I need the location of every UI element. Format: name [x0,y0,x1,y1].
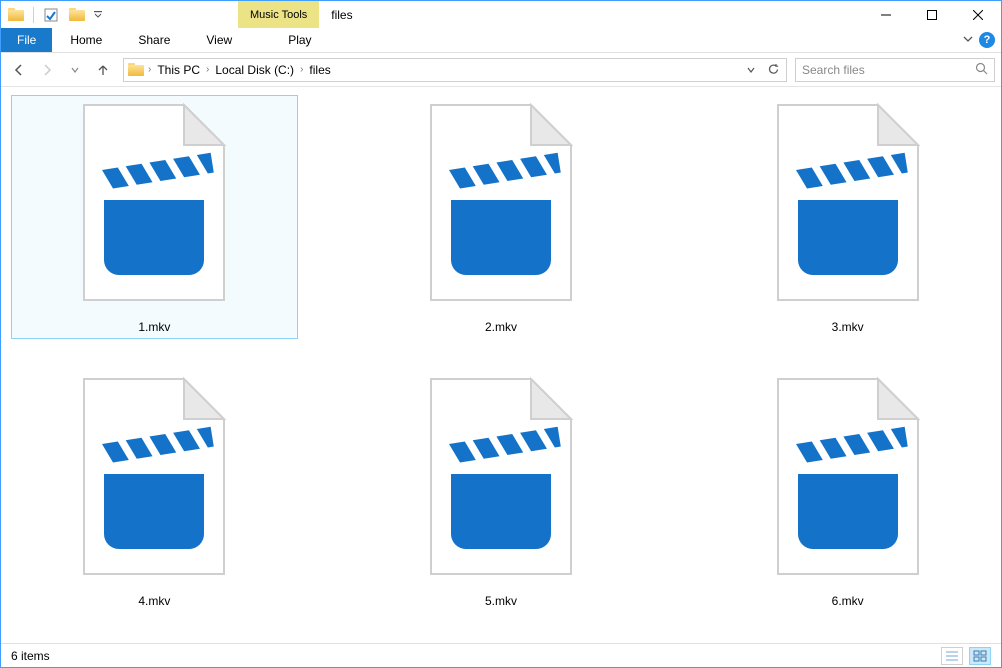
ribbon-collapse-icon[interactable] [963,33,973,47]
file-name-label: 2.mkv [485,320,517,334]
new-folder-icon[interactable] [66,4,88,26]
navigation-bar: › This PC › Local Disk (C:) › files Sear… [1,53,1001,87]
tab-view[interactable]: View [188,28,250,52]
file-name-label: 6.mkv [832,594,864,608]
breadcrumb-item[interactable]: files [305,63,334,77]
up-button[interactable] [91,58,115,82]
file-item[interactable]: 2.mkv [358,95,645,339]
video-file-icon [74,100,234,310]
item-count: 6 items [11,649,50,663]
contextual-tab-label: Music Tools [238,1,319,28]
qat-dropdown-icon[interactable] [92,4,104,26]
video-file-icon [768,100,928,310]
status-bar: 6 items [1,643,1001,667]
search-input[interactable]: Search files [795,58,995,82]
chevron-right-icon[interactable]: › [204,64,211,75]
breadcrumb-item[interactable]: Local Disk (C:) [211,63,298,77]
file-name-label: 4.mkv [138,594,170,608]
title-bar: Music Tools files [1,1,1001,28]
chevron-right-icon[interactable]: › [146,64,153,75]
help-icon[interactable]: ? [979,32,995,48]
maximize-button[interactable] [909,1,955,28]
chevron-right-icon[interactable]: › [298,64,305,75]
details-view-button[interactable] [941,647,963,665]
folder-icon [126,63,146,76]
tab-play[interactable]: Play [270,28,329,52]
forward-button[interactable] [35,58,59,82]
breadcrumb-item[interactable]: This PC [153,63,204,77]
close-button[interactable] [955,1,1001,28]
tab-home[interactable]: Home [52,28,120,52]
search-placeholder: Search files [802,63,865,77]
address-dropdown-icon[interactable] [740,59,762,81]
refresh-button[interactable] [762,59,784,81]
quick-access-toolbar [1,1,108,28]
window-controls [863,1,1001,28]
back-button[interactable] [7,58,31,82]
window-title: files [319,1,352,28]
file-tab[interactable]: File [1,28,52,52]
file-item[interactable]: 4.mkv [11,369,298,613]
large-icons-view-button[interactable] [969,647,991,665]
contextual-tab-group: Music Tools [238,1,319,28]
file-item[interactable]: 5.mkv [358,369,645,613]
search-icon[interactable] [975,62,988,78]
minimize-button[interactable] [863,1,909,28]
video-file-icon [74,374,234,584]
file-pane[interactable]: 1.mkv 2.mkv 3.mkv 4.mkv 5.mkv 6.mkv [1,87,1001,643]
properties-icon[interactable] [40,4,62,26]
separator [33,7,34,23]
video-file-icon [421,374,581,584]
file-item[interactable]: 6.mkv [704,369,991,613]
video-file-icon [421,100,581,310]
address-bar[interactable]: › This PC › Local Disk (C:) › files [123,58,787,82]
file-item[interactable]: 3.mkv [704,95,991,339]
folder-icon [5,4,27,26]
ribbon-tabs: File Home Share View Play ? [1,28,1001,53]
file-name-label: 3.mkv [832,320,864,334]
recent-locations-dropdown[interactable] [63,58,87,82]
file-item[interactable]: 1.mkv [11,95,298,339]
tab-share[interactable]: Share [120,28,188,52]
video-file-icon [768,374,928,584]
file-name-label: 5.mkv [485,594,517,608]
file-name-label: 1.mkv [138,320,170,334]
